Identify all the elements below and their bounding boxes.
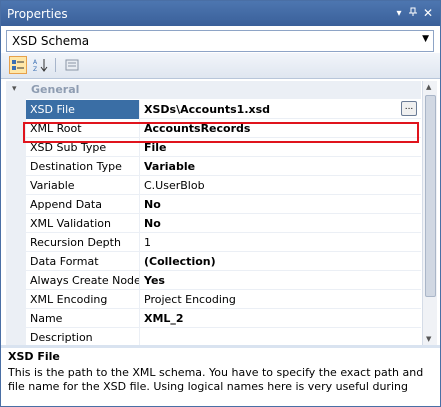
property-name: Description — [30, 331, 93, 344]
properties-window: Properties ▾ ✕ XSD Schema ▼ A Z ▾ Genera… — [0, 0, 441, 407]
alphabetical-view-button[interactable]: A Z — [31, 56, 49, 74]
property-value[interactable]: (Collection) — [144, 255, 216, 268]
property-pages-button[interactable] — [63, 56, 81, 74]
close-icon[interactable]: ✕ — [421, 7, 435, 20]
property-value[interactable]: No — [144, 198, 161, 211]
property-row[interactable]: Variable C.UserBlob — [26, 176, 421, 195]
property-value[interactable]: XML_2 — [144, 312, 184, 325]
property-name: Always Create Nodes — [30, 274, 140, 287]
property-name: Data Format — [30, 255, 99, 268]
property-value[interactable]: No — [144, 217, 161, 230]
column-divider[interactable] — [139, 309, 140, 328]
property-name: XML Root — [30, 122, 82, 135]
column-divider[interactable] — [139, 157, 140, 176]
property-row[interactable]: XML Validation No — [26, 214, 421, 233]
column-divider[interactable] — [139, 100, 140, 119]
pin-icon[interactable] — [406, 7, 420, 20]
property-name: Recursion Depth — [30, 236, 121, 249]
column-divider[interactable] — [139, 271, 140, 290]
property-pages-icon — [65, 59, 79, 71]
property-value[interactable]: C.UserBlob — [144, 179, 205, 192]
property-row[interactable]: XSD Sub Type File — [26, 138, 421, 157]
titlebar: Properties ▾ ✕ — [1, 1, 440, 26]
scroll-down-icon[interactable]: ▼ — [426, 335, 431, 343]
property-row[interactable]: Name XML_2 — [26, 309, 421, 328]
property-value[interactable]: Variable — [144, 160, 195, 173]
property-row[interactable]: Description — [26, 328, 421, 345]
category-label: General — [31, 83, 80, 96]
vertical-scrollbar[interactable]: ▲ ▼ — [422, 81, 437, 345]
categorized-icon — [12, 60, 24, 70]
object-selector-value: XSD Schema — [12, 34, 90, 48]
properties-toolbar: A Z — [1, 53, 440, 79]
window-menu-dropdown-icon[interactable]: ▾ — [392, 7, 406, 20]
property-row[interactable]: XML Encoding Project Encoding — [26, 290, 421, 309]
property-name: XML Validation — [30, 217, 111, 230]
column-divider[interactable] — [139, 328, 140, 345]
window-title: Properties — [7, 7, 68, 21]
grid-margin — [6, 81, 26, 345]
property-name: XML Encoding — [30, 293, 108, 306]
property-value[interactable]: 1 — [144, 236, 151, 249]
property-row[interactable]: Recursion Depth 1 — [26, 233, 421, 252]
description-text: This is the path to the XML schema. You … — [8, 366, 424, 396]
column-divider[interactable] — [139, 214, 140, 233]
column-divider[interactable] — [139, 176, 140, 195]
property-row[interactable]: XML Root AccountsRecords — [26, 119, 421, 138]
scroll-up-icon[interactable]: ▲ — [426, 83, 431, 91]
scroll-thumb[interactable] — [425, 95, 436, 297]
chevron-down-icon[interactable]: ▼ — [422, 34, 429, 44]
property-name: XSD Sub Type — [30, 141, 107, 154]
category-row-general[interactable]: ▾ General — [6, 81, 421, 99]
column-divider[interactable] — [139, 233, 140, 252]
object-selector[interactable]: XSD Schema ▼ — [6, 30, 434, 52]
property-row[interactable]: Destination Type Variable — [26, 157, 421, 176]
properties-body: XSD Schema ▼ A Z ▾ General XSD File XSDs… — [1, 26, 440, 406]
svg-text:A: A — [33, 59, 38, 66]
property-name: Destination Type — [30, 160, 122, 173]
browse-ellipsis-button[interactable]: ... — [401, 101, 417, 116]
property-name: Variable — [30, 179, 75, 192]
column-divider[interactable] — [139, 252, 140, 271]
property-row[interactable]: XSD File XSDs\Accounts1.xsd... — [26, 100, 421, 119]
column-divider[interactable] — [139, 138, 140, 157]
property-value[interactable]: Project Encoding — [144, 293, 236, 306]
svg-text:Z: Z — [33, 66, 37, 72]
toolbar-separator — [55, 58, 56, 72]
property-value[interactable]: Yes — [144, 274, 165, 287]
column-divider[interactable] — [139, 195, 140, 214]
property-value[interactable]: AccountsRecords — [144, 122, 250, 135]
property-value[interactable]: XSDs\Accounts1.xsd — [144, 103, 270, 116]
property-row[interactable]: Append Data No — [26, 195, 421, 214]
description-title: XSD File — [8, 350, 60, 363]
categorized-view-button[interactable] — [9, 56, 27, 74]
property-row[interactable]: Always Create Nodes Yes — [26, 271, 421, 290]
property-value[interactable]: File — [144, 141, 167, 154]
column-divider[interactable] — [139, 290, 140, 309]
description-pane: XSD File This is the path to the XML sch… — [6, 348, 432, 404]
property-name: Name — [30, 312, 63, 325]
property-grid: ▾ General XSD File XSDs\Accounts1.xsd... X… — [6, 81, 421, 345]
property-name: Append Data — [30, 198, 102, 211]
column-divider[interactable] — [139, 119, 140, 138]
collapse-icon[interactable]: ▾ — [12, 84, 17, 94]
property-row[interactable]: Data Format (Collection) — [26, 252, 421, 271]
property-name: XSD File — [30, 103, 75, 116]
sort-alphabetical-icon: A Z — [33, 59, 48, 72]
